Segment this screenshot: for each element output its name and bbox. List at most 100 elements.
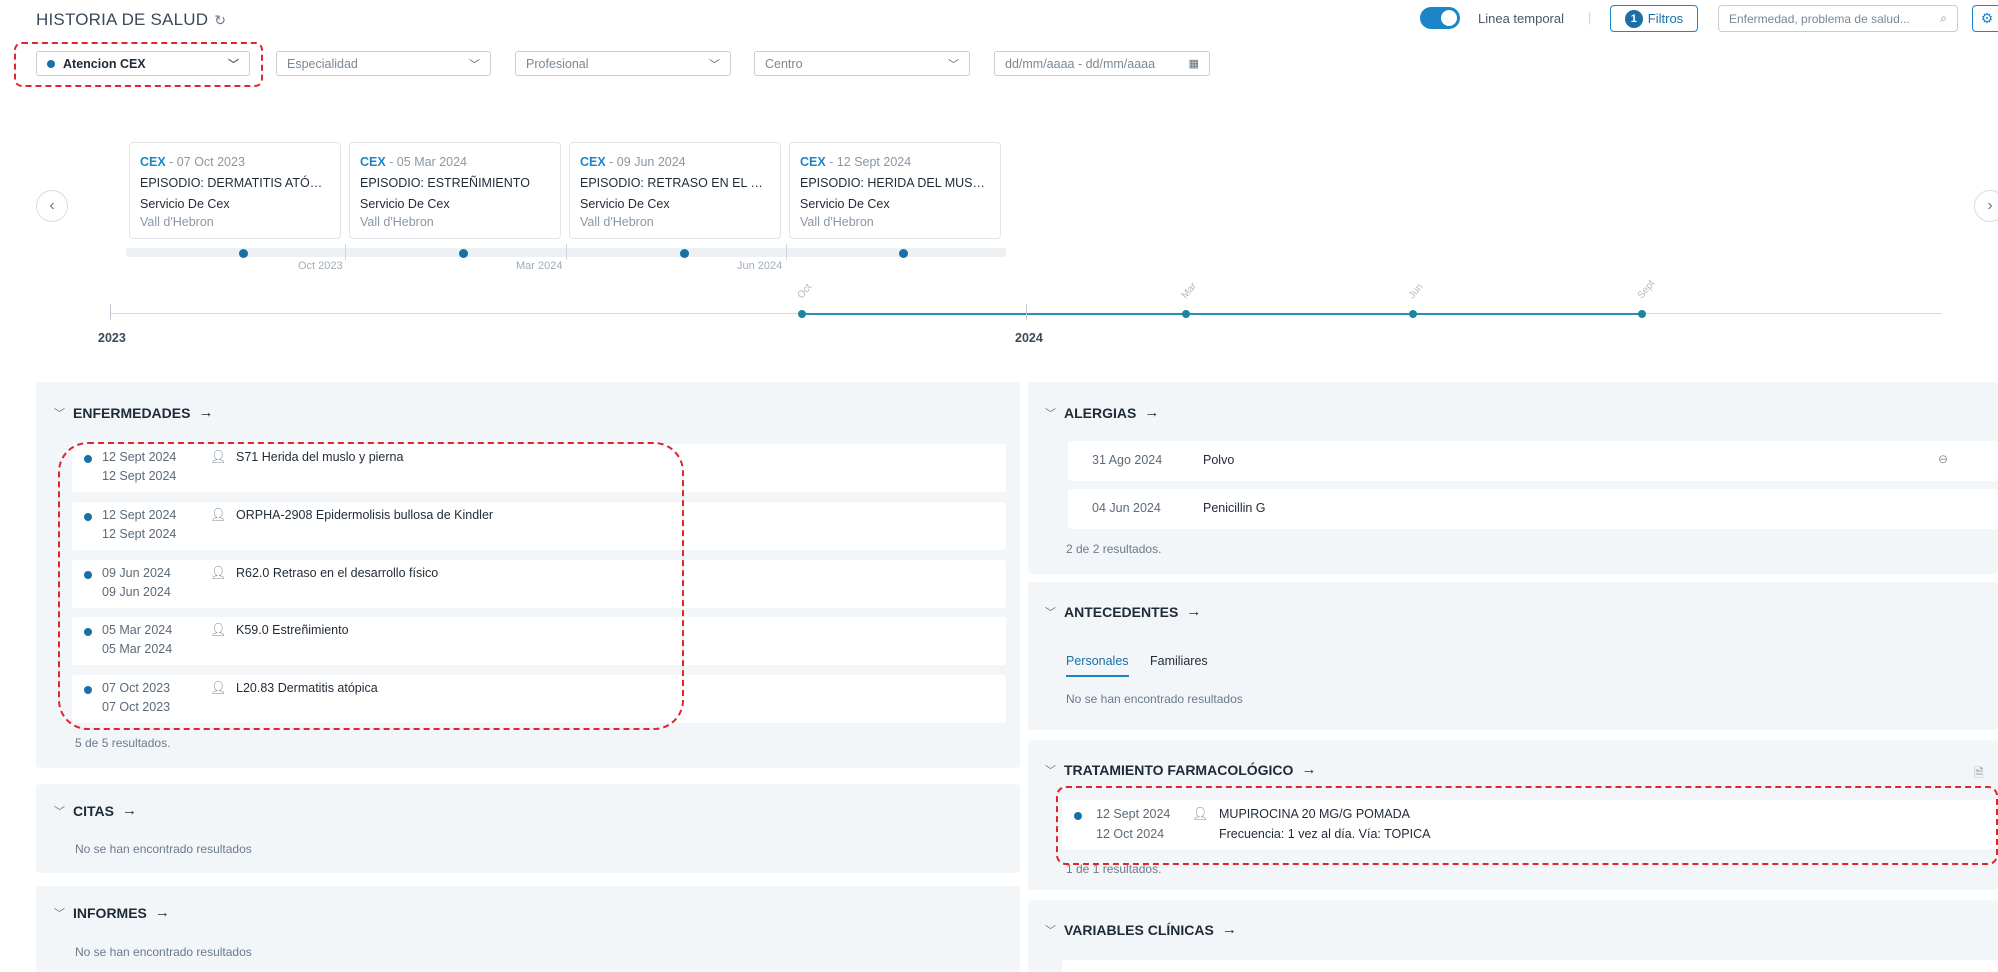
- arrow-right-icon[interactable]: →: [1301, 761, 1316, 778]
- citas-panel: [36, 784, 1020, 873]
- alergias-header[interactable]: ﹀ ALERGIAS →: [1045, 404, 1159, 421]
- care-type-select[interactable]: Atencion CEX ﹀: [36, 51, 250, 76]
- chevron-down-icon: ﹀: [948, 58, 959, 71]
- card-type: CEX: [140, 155, 166, 169]
- refresh-icon[interactable]: ↻: [214, 12, 226, 29]
- chevron-down-icon[interactable]: ﹀: [1045, 762, 1056, 778]
- arrow-right-icon[interactable]: →: [155, 904, 170, 921]
- specialty-select[interactable]: Especialidad ﹀: [276, 51, 491, 76]
- timeline-bar-label: Oct 2023: [298, 260, 343, 272]
- card-type: CEX: [800, 155, 826, 169]
- timeline-event-dot[interactable]: [899, 249, 908, 258]
- timeline-card[interactable]: CEX - 12 Sept 2024 EPISODIO: HERIDA DEL …: [789, 142, 1001, 239]
- professional-select[interactable]: Profesional ﹀: [515, 51, 731, 76]
- center-select[interactable]: Centro ﹀: [754, 51, 970, 76]
- timeline-card[interactable]: CEX - 09 Jun 2024 EPISODIO: RETRASO EN E…: [569, 142, 781, 239]
- item-text: Penicillin G: [1203, 501, 1266, 515]
- citas-empty: No se han encontrado resultados: [75, 842, 252, 856]
- list-item[interactable]: 04 Jun 2024 Penicillin G: [1068, 489, 1998, 529]
- informes-header[interactable]: ﹀ INFORMES →: [54, 904, 170, 921]
- citas-title: CITAS: [73, 802, 114, 819]
- arrow-right-icon[interactable]: →: [1222, 921, 1237, 938]
- timeline-event-dot[interactable]: [680, 249, 689, 258]
- card-episode: EPISODIO: DERMATITIS ATÓPICA: [140, 176, 330, 190]
- informes-title: INFORMES: [73, 904, 147, 921]
- timeline-next-button[interactable]: ›: [1974, 190, 1998, 222]
- axis-event-dot[interactable]: [798, 310, 806, 318]
- antecedentes-header[interactable]: ﹀ ANTECEDENTES →: [1045, 603, 1201, 620]
- specialty-placeholder: Especialidad: [287, 56, 358, 71]
- card-service: Servicio De Cex: [580, 197, 670, 211]
- chevron-down-icon[interactable]: ﹀: [54, 405, 65, 421]
- timeline-axis-range: [802, 313, 1642, 315]
- list-item: [1062, 960, 1998, 972]
- timeline-bar-label: Jun 2024: [737, 260, 783, 272]
- professional-placeholder: Profesional: [526, 56, 589, 71]
- tratamiento-header[interactable]: ﹀ TRATAMIENTO FARMACOLÓGICO →: [1045, 761, 1316, 778]
- card-type: CEX: [360, 155, 386, 169]
- timeline-toggle-label: Linea temporal: [1478, 11, 1564, 26]
- timeline-bar-tick: [566, 244, 567, 260]
- enfermedades-count: 5 de 5 resultados.: [75, 736, 171, 750]
- filters-count-badge: 1: [1624, 9, 1643, 28]
- page-title: HISTORIA DE SALUD ↻: [36, 10, 226, 30]
- timeline-card[interactable]: CEX - 05 Mar 2024 EPISODIO: ESTREÑIMIENT…: [349, 142, 561, 239]
- document-icon[interactable]: 🗎︎: [1974, 764, 1984, 785]
- search-icon: ⌕: [1940, 11, 1947, 25]
- informes-empty: No se han encontrado resultados: [75, 945, 252, 959]
- axis-month-label: Oct: [795, 282, 815, 301]
- arrow-right-icon[interactable]: →: [1186, 603, 1201, 620]
- tab-personales[interactable]: Personales: [1066, 654, 1129, 677]
- filters-button-label: Filtros: [1647, 11, 1684, 26]
- item-date: 31 Ago 2024: [1092, 453, 1163, 467]
- axis-event-dot[interactable]: [1409, 310, 1417, 318]
- filters-button[interactable]: 1 Filtros: [1610, 5, 1698, 32]
- arrow-right-icon[interactable]: →: [122, 802, 137, 819]
- enfermedades-header[interactable]: ﹀ ENFERMEDADES →: [54, 404, 213, 421]
- variables-header[interactable]: ﹀ VARIABLES CLÍNICAS →: [1045, 921, 1237, 938]
- date-range-placeholder: dd/mm/aaaa - dd/mm/aaaa: [1005, 56, 1156, 71]
- item-text: Polvo: [1203, 453, 1235, 467]
- chevron-down-icon[interactable]: ﹀: [1045, 405, 1056, 421]
- tab-familiares[interactable]: Familiares: [1150, 654, 1208, 668]
- arrow-right-icon[interactable]: →: [198, 404, 213, 421]
- enfermedades-title: ENFERMEDADES: [73, 404, 191, 421]
- card-center: Vall d'Hebron: [140, 215, 214, 229]
- chevron-left-icon: ‹: [49, 197, 55, 214]
- axis-month-label: Sept: [1635, 278, 1658, 301]
- comment-icon[interactable]: ⊖: [1938, 452, 1948, 466]
- chevron-down-icon[interactable]: ﹀: [54, 803, 65, 819]
- card-center: Vall d'Hebron: [800, 215, 874, 229]
- card-center: Vall d'Hebron: [360, 215, 434, 229]
- timeline-event-dot[interactable]: [239, 249, 248, 258]
- date-range-input[interactable]: dd/mm/aaaa - dd/mm/aaaa ▦: [994, 51, 1210, 76]
- search-input[interactable]: Enfermedad, problema de salud... ⌕: [1718, 5, 1958, 32]
- card-service: Servicio De Cex: [800, 197, 890, 211]
- antecedentes-empty: No se han encontrado resultados: [1066, 692, 1243, 706]
- chevron-down-icon[interactable]: ﹀: [54, 905, 65, 921]
- center-placeholder: Centro: [765, 56, 803, 71]
- page-title-text: HISTORIA DE SALUD: [36, 10, 209, 29]
- timeline-prev-button[interactable]: ‹: [36, 190, 68, 222]
- axis-event-dot[interactable]: [1638, 310, 1646, 318]
- axis-year-label: 2024: [1015, 331, 1043, 345]
- alergias-count: 2 de 2 resultados.: [1066, 542, 1162, 556]
- axis-event-dot[interactable]: [1182, 310, 1190, 318]
- arrow-right-icon[interactable]: →: [1144, 404, 1159, 421]
- card-date: - 05 Mar 2024: [385, 155, 467, 169]
- timeline-event-dot[interactable]: [459, 249, 468, 258]
- care-type-dot: [47, 59, 55, 68]
- timeline-bar-label: Mar 2024: [516, 260, 563, 272]
- axis-year-tick: [110, 304, 111, 320]
- chevron-down-icon[interactable]: ﹀: [1045, 604, 1056, 620]
- timeline-card[interactable]: CEX - 07 Oct 2023 EPISODIO: DERMATITIS A…: [129, 142, 341, 239]
- item-date: 04 Jun 2024: [1092, 501, 1161, 515]
- settings-button[interactable]: ⚙: [1972, 5, 1998, 32]
- antecedentes-title: ANTECEDENTES: [1064, 603, 1179, 620]
- chevron-down-icon[interactable]: ﹀: [1045, 922, 1056, 938]
- timeline-toggle[interactable]: [1420, 7, 1460, 29]
- list-item[interactable]: 31 Ago 2024 Polvo ⊖: [1068, 441, 1998, 481]
- timeline-bar-tick: [786, 244, 787, 260]
- citas-header[interactable]: ﹀ CITAS →: [54, 802, 137, 819]
- timeline-bar-tick: [345, 244, 346, 260]
